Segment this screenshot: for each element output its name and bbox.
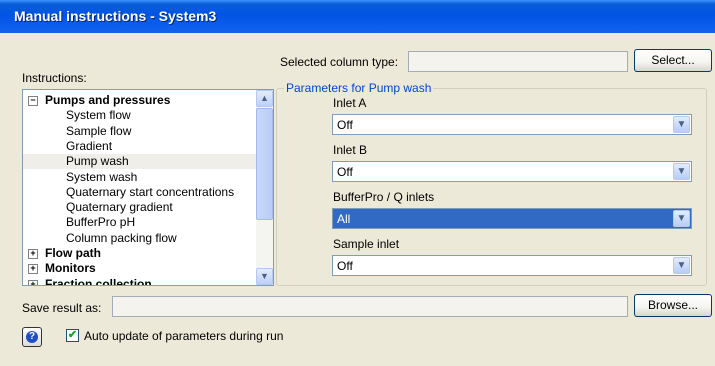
title-bar: Manual instructions - System3 <box>0 0 715 33</box>
help-icon: ? <box>26 331 38 343</box>
tree-item-label: BufferPro pH <box>66 215 136 230</box>
parameter-value: Off <box>337 259 353 273</box>
expand-icon[interactable]: + <box>28 264 38 275</box>
tree-item[interactable]: + Fraction collection <box>23 276 257 286</box>
tree-item[interactable]: Quaternary gradient <box>23 200 257 215</box>
chevron-down-icon[interactable]: ▼ <box>673 116 690 133</box>
chevron-down-icon[interactable]: ▼ <box>673 163 690 180</box>
chevron-down-icon[interactable]: ▼ <box>673 257 690 274</box>
scroll-thumb[interactable] <box>256 108 273 220</box>
tree-item-label: System wash <box>66 169 138 184</box>
parameter-dropdown[interactable]: Off ▼ <box>332 161 692 182</box>
tree-item[interactable]: System flow <box>23 108 257 123</box>
parameter-value: Off <box>337 118 353 132</box>
tree-item[interactable]: Quaternary start concentrations <box>23 185 257 200</box>
save-result-field[interactable] <box>112 296 628 317</box>
parameter-value: Off <box>337 165 353 179</box>
scroll-up-button[interactable]: ▲ <box>256 90 273 107</box>
parameter-label: Inlet B <box>333 143 368 157</box>
tree-item[interactable]: + Flow path <box>23 246 257 261</box>
tree-item-label: Flow path <box>45 246 101 260</box>
parameter-dropdown[interactable]: All ▼ <box>332 208 692 229</box>
expand-icon[interactable]: + <box>28 249 38 259</box>
tree-item[interactable]: System wash <box>23 170 257 185</box>
tree-item-label: Sample flow <box>66 123 132 138</box>
expand-icon[interactable]: + <box>28 279 38 285</box>
tree-item-label: Quaternary start concentrations <box>66 184 235 199</box>
parameter-label: Inlet A <box>333 96 367 110</box>
tree-item-label: Column packing flow <box>66 230 177 245</box>
parameter-dropdown[interactable]: Off ▼ <box>332 255 692 276</box>
parameter-dropdown[interactable]: Off ▼ <box>332 114 692 135</box>
scroll-down-button[interactable]: ▼ <box>256 268 273 285</box>
instructions-tree[interactable]: − Pumps and pressures System flow Sample fl… <box>22 89 274 286</box>
parameter-value: All <box>337 212 351 226</box>
instructions-label: Instructions: <box>22 71 87 85</box>
tree-item-label: System flow <box>66 108 131 123</box>
tree-item[interactable]: Gradient <box>23 139 257 154</box>
tree-item-label: Fraction collection <box>45 276 152 286</box>
collapse-icon[interactable]: − <box>28 96 38 106</box>
browse-button[interactable]: Browse... <box>634 294 712 317</box>
parameter-label: BufferPro / Q inlets <box>333 190 435 204</box>
chevron-down-icon[interactable]: ▼ <box>673 210 690 227</box>
selected-column-type-label: Selected column type: <box>280 55 399 69</box>
parameters-legend: Parameters for Pump wash <box>284 81 434 95</box>
tree-scrollbar[interactable]: ▲ ▼ <box>256 90 273 285</box>
tree-item-label: Quaternary gradient <box>66 200 173 215</box>
tree-item[interactable]: − Pumps and pressures <box>23 93 257 108</box>
selected-column-type-field[interactable] <box>408 51 628 72</box>
tree-item-label: Monitors <box>45 261 96 276</box>
window-title: Manual instructions - System3 <box>14 8 217 24</box>
parameter-label: Sample inlet <box>333 237 400 251</box>
tree-item-label: Pumps and pressures <box>45 93 171 107</box>
auto-update-label: Auto update of parameters during run <box>84 329 284 343</box>
help-button[interactable]: ? <box>22 327 42 347</box>
tree-item-label: Pump wash <box>66 154 129 169</box>
tree-item[interactable]: Column packing flow <box>23 231 257 246</box>
select-button[interactable]: Select... <box>634 49 712 72</box>
tree-item-label: Gradient <box>66 138 113 153</box>
tree-item[interactable]: Sample flow <box>23 124 257 139</box>
tree-item[interactable]: + Monitors <box>23 261 257 276</box>
save-result-label: Save result as: <box>22 301 102 315</box>
auto-update-checkbox[interactable]: ✔ <box>66 329 79 342</box>
tree-item[interactable]: Pump wash <box>23 154 257 170</box>
tree-item[interactable]: BufferPro pH <box>23 215 257 230</box>
